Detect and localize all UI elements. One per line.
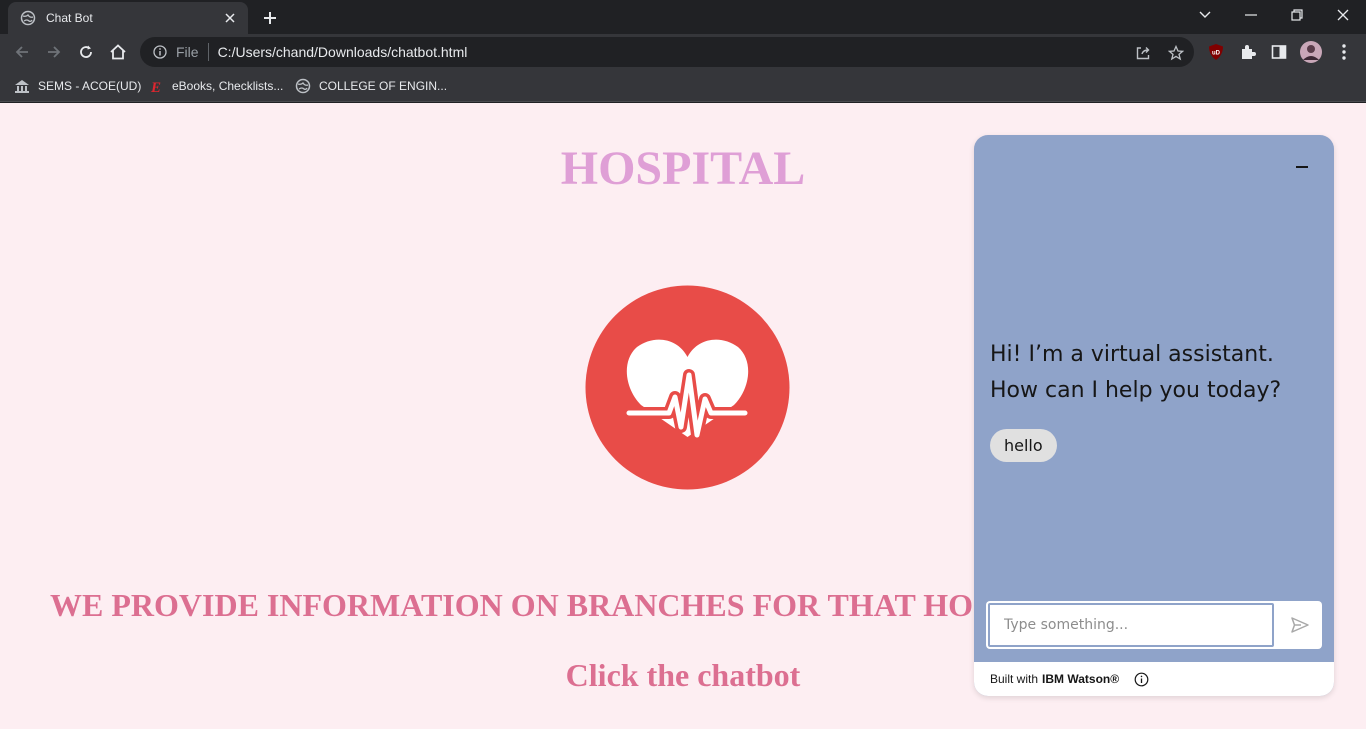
bookmarks-bar: SEMS - ACOE(UD) E eBooks, Checklists... … [0,70,1366,102]
assistant-greeting: Hi! I’m a virtual assistant. How can I h… [990,342,1282,403]
close-window-button[interactable] [1320,0,1366,30]
minimize-chat-button[interactable] [1290,155,1314,179]
footer-built-with: Built with [990,672,1039,686]
svg-text:uD: uD [1212,51,1221,57]
building-icon [14,78,30,94]
chat-message-input[interactable] [988,603,1274,647]
minimize-window-button[interactable] [1228,0,1274,30]
bookmark-label: COLLEGE OF ENGIN... [319,79,448,93]
reload-button[interactable] [72,38,100,66]
minimize-icon [1296,166,1308,168]
restore-window-button[interactable] [1274,0,1320,30]
bookmark-college[interactable]: COLLEGE OF ENGIN... [295,75,447,97]
browser-toolbar: File C:/Users/chand/Downloads/chatbot.ht… [0,34,1366,70]
side-panel-icon[interactable] [1267,40,1291,64]
back-button[interactable] [8,38,36,66]
home-button[interactable] [104,38,132,66]
bookmark-ebooks[interactable]: E eBooks, Checklists... [148,75,283,97]
send-icon[interactable] [1288,613,1312,637]
url-scheme: File [176,44,199,60]
info-text: WE PROVIDE INFORMATION ON BRANCHES FOR T… [50,587,974,623]
tab-strip: Chat Bot [0,0,1366,34]
globe-icon [295,78,311,94]
chat-input-area [986,601,1322,649]
url-divider [207,43,209,61]
url-text[interactable]: C:/Users/chand/Downloads/chatbot.html [218,44,468,60]
bookmark-sems[interactable]: SEMS - ACOE(UD) [14,75,141,97]
quick-reply-hello[interactable]: hello [990,429,1057,462]
globe-icon [20,10,36,26]
tab-chat-bot[interactable]: Chat Bot [8,2,248,34]
e-logo-icon: E [148,78,164,94]
site-info-icon[interactable] [152,44,168,60]
profile-avatar[interactable] [1299,40,1323,64]
info-icon[interactable] [1133,671,1149,687]
tab-title: Chat Bot [46,11,93,25]
browser-menu-icon[interactable] [1332,40,1356,64]
new-tab-button[interactable] [258,6,282,30]
bookmark-label: SEMS - ACOE(UD) [38,79,142,93]
chat-footer: Built with IBM Watson® [974,662,1334,696]
forward-button[interactable] [40,38,68,66]
ublock-extension-icon[interactable]: uD [1204,40,1228,64]
page-content: HOSPITAL WE PROVIDE INFORMATION ON BRANC… [0,103,1366,729]
bookmark-star-icon[interactable] [1167,44,1185,62]
address-bar[interactable]: File C:/Users/chand/Downloads/chatbot.ht… [140,37,1194,67]
chatbot-panel: Hi! I’m a virtual assistant. How can I h… [974,135,1334,696]
svg-text:E: E [150,80,161,94]
heart-pulse-icon [585,285,790,490]
tab-search-icon[interactable] [1182,0,1228,30]
share-icon[interactable] [1134,44,1152,62]
close-tab-icon[interactable] [222,10,238,26]
extensions-puzzle-icon[interactable] [1236,40,1260,64]
bookmark-label: eBooks, Checklists... [172,79,284,93]
footer-brand: IBM Watson® [1042,672,1120,686]
